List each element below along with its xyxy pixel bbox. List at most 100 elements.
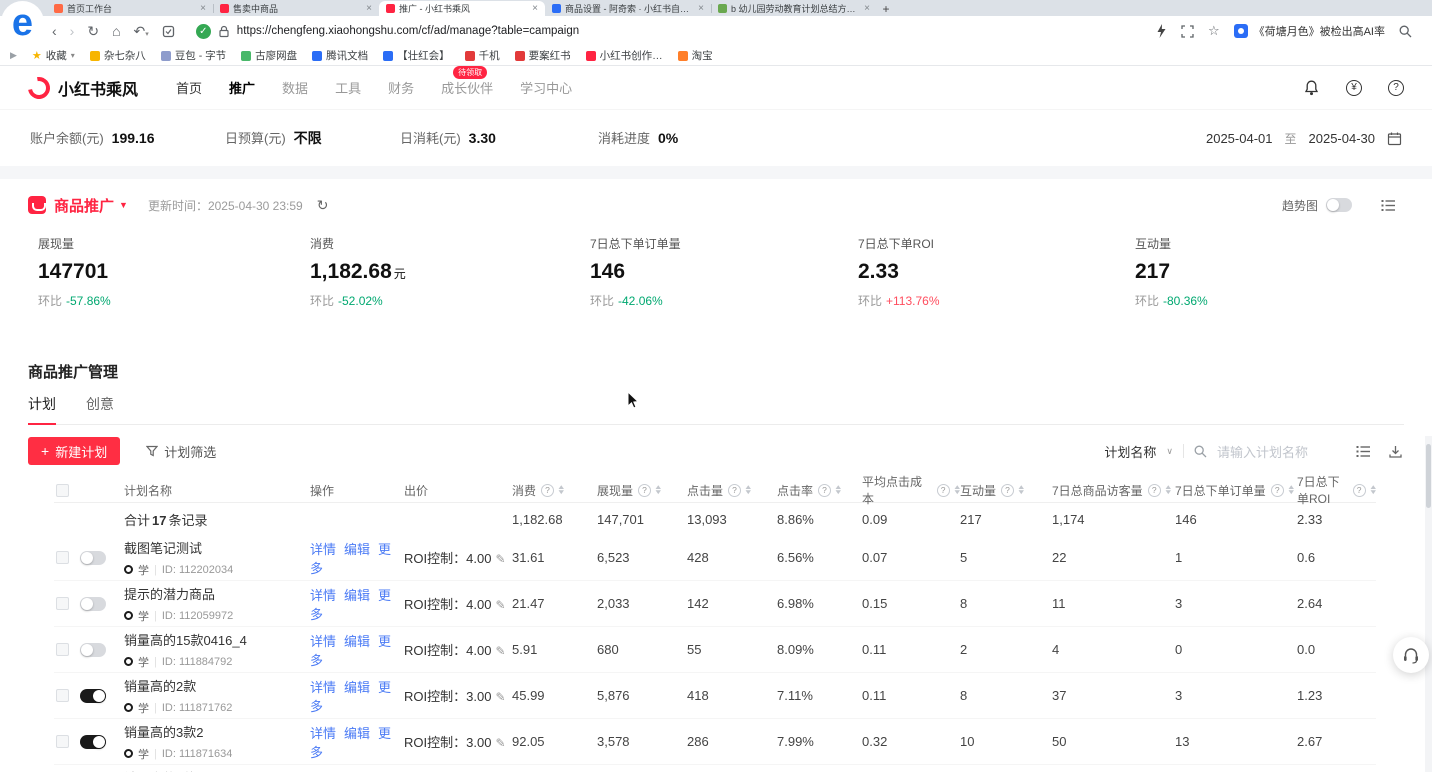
scrollbar-thumb[interactable] <box>1426 444 1431 508</box>
edit-bid-icon[interactable]: ✎ <box>495 736 505 750</box>
metric-settings-icon[interactable] <box>1381 199 1396 212</box>
nav-item[interactable]: 学习中心 <box>520 78 572 97</box>
scan-icon[interactable] <box>1181 25 1194 38</box>
bookmark-item[interactable]: 古廖网盘 <box>241 48 297 63</box>
row-checkbox[interactable] <box>56 643 69 656</box>
row-checkbox[interactable] <box>56 551 69 564</box>
nav-item[interactable]: 数据 <box>282 78 308 97</box>
sort-icon[interactable]: ▲▼ <box>745 485 751 495</box>
nav-item[interactable]: 财务 <box>388 78 414 97</box>
nav-item[interactable]: 工具 <box>335 78 361 97</box>
edit-bid-icon[interactable]: ✎ <box>495 598 505 612</box>
bookmark-item[interactable]: ★收藏▾ <box>32 48 75 63</box>
edit-bid-icon[interactable]: ✎ <box>495 644 505 658</box>
scrollbar-track[interactable] <box>1425 436 1432 772</box>
sort-icon[interactable]: ▲▼ <box>954 485 960 495</box>
collect-page-icon[interactable] <box>162 25 175 38</box>
bookmark-star-icon[interactable]: ☆ <box>1208 23 1220 39</box>
bookmarks-collapse-icon[interactable]: ▶ <box>10 50 17 61</box>
trend-toggle[interactable] <box>1326 198 1352 212</box>
column-help-icon[interactable]: ? <box>541 484 554 497</box>
row-checkbox[interactable] <box>56 597 69 610</box>
action-link[interactable]: 详情 <box>310 680 336 695</box>
date-from[interactable]: 2025-04-01 <box>1206 131 1273 146</box>
action-link[interactable]: 详情 <box>310 588 336 603</box>
bookmark-item[interactable]: 千机 <box>465 48 500 63</box>
action-link[interactable]: 详情 <box>310 726 336 741</box>
refresh-icon[interactable]: ↻ <box>87 24 99 38</box>
search-input[interactable]: 请输入计划名称 <box>1217 442 1308 461</box>
action-link[interactable]: 详情 <box>310 634 336 649</box>
sort-icon[interactable]: ▲▼ <box>1288 485 1294 495</box>
url-text[interactable]: https://chengfeng.xiaohongshu.com/cf/ad/… <box>237 25 579 37</box>
tab-close-icon[interactable]: × <box>200 3 206 14</box>
wallet-icon[interactable]: ¥ <box>1346 80 1362 96</box>
sort-icon[interactable]: ▲▼ <box>835 485 841 495</box>
new-tab-button[interactable]: + <box>877 1 895 16</box>
plan-name[interactable]: 提示的潜力商品 <box>124 584 310 603</box>
row-checkbox[interactable] <box>56 735 69 748</box>
site-logo[interactable]: 小红书乘风 <box>28 76 138 100</box>
browser-tab[interactable]: 商品设置 - 阿奇索 · 小红书自动…× <box>545 1 711 16</box>
safety-shield-icon[interactable]: ✓ <box>196 24 211 39</box>
action-link[interactable]: 编辑 <box>344 680 370 695</box>
edit-bid-icon[interactable]: ✎ <box>495 552 505 566</box>
notification-bell-icon[interactable] <box>1303 79 1320 97</box>
bookmark-item[interactable]: 腾讯文档 <box>312 48 368 63</box>
action-link[interactable]: 详情 <box>310 542 336 557</box>
row-toggle[interactable] <box>80 597 106 611</box>
search-field-selector[interactable]: 计划名称 <box>1104 442 1156 461</box>
action-link[interactable]: 编辑 <box>344 634 370 649</box>
row-toggle[interactable] <box>80 689 106 703</box>
column-help-icon[interactable]: ? <box>638 484 651 497</box>
plugin-badge[interactable]: 《荷塘月色》被检出高AI率 <box>1234 23 1385 39</box>
column-help-icon[interactable]: ? <box>1001 484 1014 497</box>
bookmark-item[interactable]: 豆包 - 字节 <box>161 48 226 63</box>
tab-close-icon[interactable]: × <box>532 3 538 14</box>
mgmt-tab[interactable]: 计划 <box>28 394 56 425</box>
sort-icon[interactable]: ▲▼ <box>1370 485 1376 495</box>
history-dropdown-icon[interactable]: ↶▾ <box>134 24 149 38</box>
date-range-picker[interactable]: 2025-04-01 至 2025-04-30 <box>1206 130 1402 147</box>
browser-tab[interactable]: b 幼儿园劳动教育计划总结方案…× <box>711 1 877 16</box>
plan-name[interactable]: 销量高的2款 <box>124 676 310 695</box>
column-help-icon[interactable]: ? <box>1148 484 1161 497</box>
browser-logo[interactable]: e <box>1 1 44 44</box>
tab-close-icon[interactable]: × <box>864 3 870 14</box>
plan-name[interactable]: 销量高的15款0416_4 <box>124 630 310 649</box>
bookmark-item[interactable]: 要案红书 <box>515 48 571 63</box>
home-icon[interactable]: ⌂ <box>112 24 120 38</box>
sort-icon[interactable]: ▲▼ <box>655 485 661 495</box>
browser-tab[interactable]: 售卖中商品× <box>213 1 379 16</box>
action-link[interactable]: 编辑 <box>344 726 370 741</box>
plan-filter-button[interactable]: 计划筛选 <box>146 442 216 461</box>
row-checkbox[interactable] <box>56 689 69 702</box>
row-toggle[interactable] <box>80 643 106 657</box>
bookmark-item[interactable]: 杂七杂八 <box>90 48 146 63</box>
plan-name[interactable]: 销量高的3款 <box>124 768 310 772</box>
column-help-icon[interactable]: ? <box>1271 484 1284 497</box>
nav-item[interactable]: 推广 <box>229 78 255 97</box>
mgmt-tab[interactable]: 创意 <box>86 394 114 424</box>
sort-icon[interactable]: ▲▼ <box>1018 485 1024 495</box>
new-plan-button[interactable]: +新建计划 <box>28 437 120 465</box>
search-icon[interactable] <box>1399 25 1412 38</box>
help-center-icon[interactable]: ? <box>1388 80 1404 96</box>
column-help-icon[interactable]: ? <box>818 484 831 497</box>
lightning-icon[interactable] <box>1156 24 1167 38</box>
bookmark-item[interactable]: 淘宝 <box>678 48 713 63</box>
tab-close-icon[interactable]: × <box>366 3 372 14</box>
browser-tab[interactable]: 推广 - 小红书乘风× <box>379 1 545 16</box>
action-link[interactable]: 编辑 <box>344 588 370 603</box>
sort-icon[interactable]: ▲▼ <box>558 485 564 495</box>
nav-item[interactable]: 成长伙伴待领取 <box>441 78 493 97</box>
column-help-icon[interactable]: ? <box>728 484 741 497</box>
forward-icon[interactable]: › <box>70 24 75 38</box>
refresh-data-icon[interactable]: ↻ <box>317 198 329 212</box>
action-link[interactable]: 编辑 <box>344 542 370 557</box>
sort-icon[interactable]: ▲▼ <box>1165 485 1171 495</box>
download-icon[interactable] <box>1389 445 1402 458</box>
promo-caret-icon[interactable]: ▼ <box>119 200 128 210</box>
plan-name[interactable]: 截图笔记测试 <box>124 538 310 557</box>
bookmark-item[interactable]: 小红书创作… <box>586 48 663 63</box>
